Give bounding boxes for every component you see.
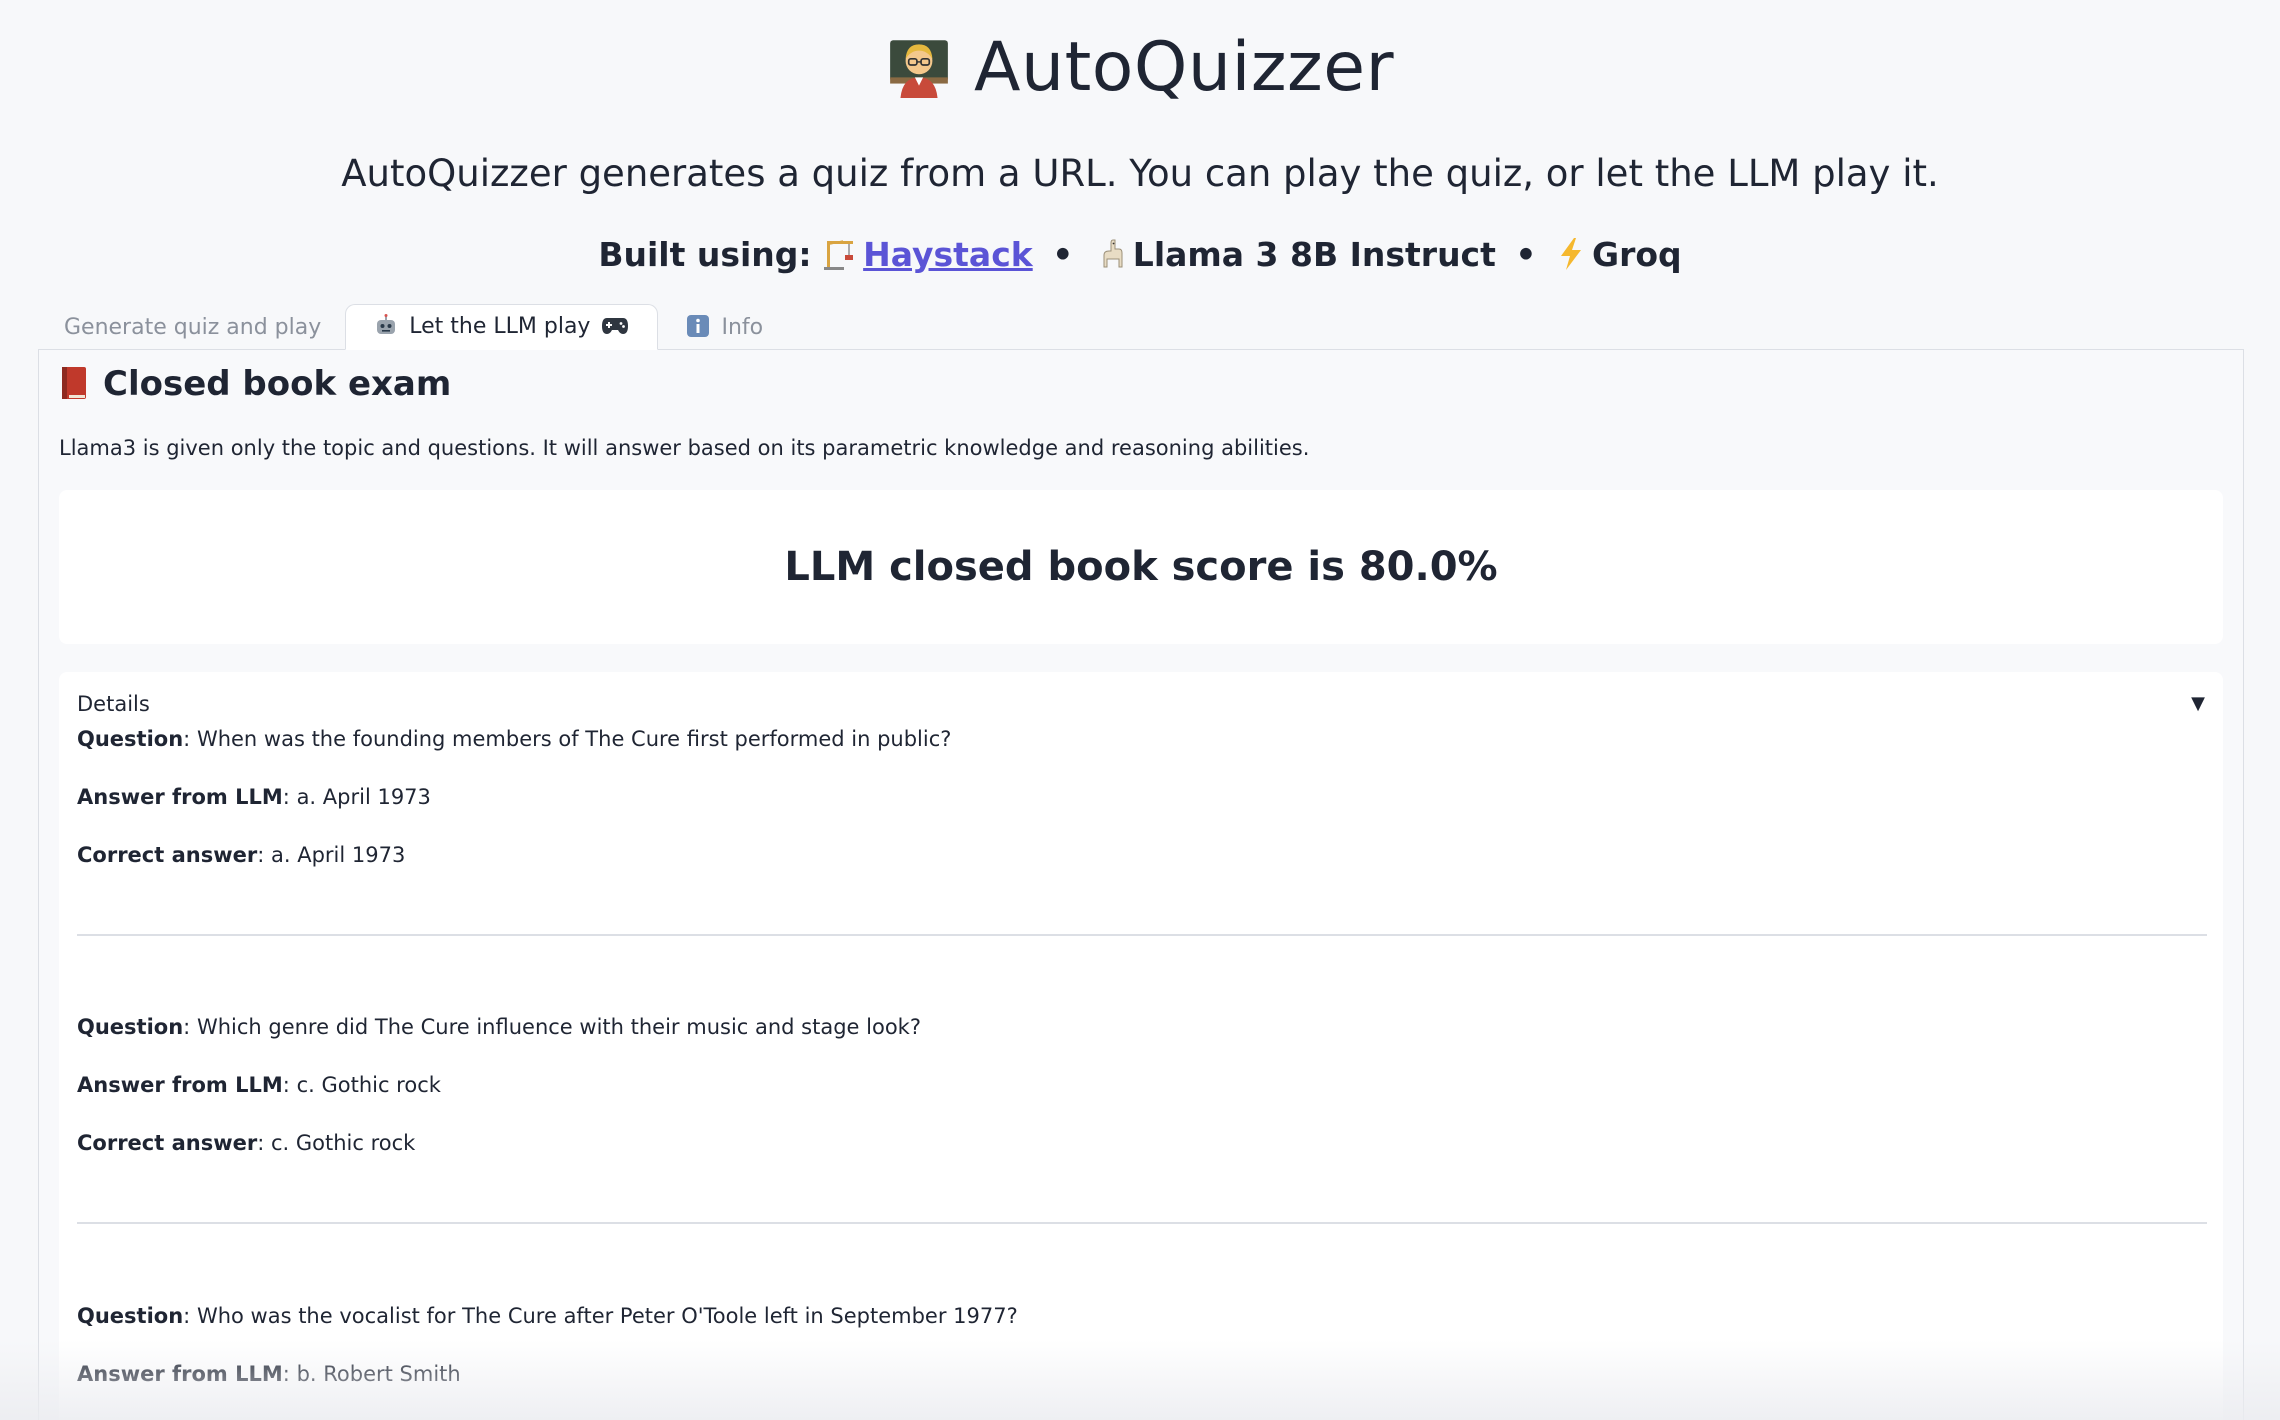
tab-generate-quiz[interactable]: Generate quiz and play	[40, 306, 345, 350]
score-text: LLM closed book score is 80.0%	[784, 544, 1498, 590]
lightning-icon	[1556, 235, 1586, 274]
details-toggle[interactable]: Details ▼	[77, 684, 2205, 724]
app-title-text: AutoQuizzer	[973, 28, 1395, 107]
question-label: Question	[77, 727, 184, 751]
section-title-text: Closed book exam	[103, 364, 452, 404]
qa-item: Question: Which genre did The Cure influ…	[77, 1012, 2207, 1186]
triangle-down-icon: ▼	[2191, 693, 2205, 714]
llm-play-panel: Closed book exam Llama3 is given only th…	[38, 349, 2244, 1420]
gamepad-icon	[594, 314, 629, 339]
qa-item: Question: Who was the vocalist for The C…	[77, 1301, 2207, 1417]
score-card: LLM closed book score is 80.0%	[59, 490, 2223, 644]
correct-line: Correct answer: a. April 1973	[77, 843, 406, 867]
haystack-link[interactable]: Haystack	[863, 235, 1033, 274]
separator: •	[1052, 235, 1074, 274]
tab-let-llm-play-label: Let the LLM play	[409, 314, 591, 339]
crane-icon	[823, 235, 857, 274]
answer-line: Answer from LLM: a. April 1973	[77, 785, 431, 809]
divider	[77, 934, 2207, 936]
app-page: AutoQuizzer AutoQuizzer generates a quiz…	[0, 0, 2280, 1420]
tab-generate-quiz-label: Generate quiz and play	[64, 315, 322, 340]
details-accordion: Details ▼ Question: When was the foundin…	[59, 672, 2223, 1420]
info-icon	[686, 315, 717, 340]
llama-model-text: Llama 3 8B Instruct	[1132, 235, 1496, 274]
correct-label: Correct answer	[77, 843, 258, 867]
question-label: Question	[77, 1015, 184, 1039]
answer-label: Answer from LLM	[77, 1073, 283, 1097]
correct-line: Correct answer: c. Gothic rock	[77, 1131, 416, 1155]
built-using-label: Built using:	[598, 235, 812, 274]
app-title: AutoQuizzer	[0, 28, 2280, 107]
section-description: Llama3 is given only the topic and quest…	[59, 436, 1310, 460]
correct-text: a. April 1973	[270, 843, 406, 867]
teacher-emoji-icon	[890, 40, 948, 98]
closed-book-icon	[62, 367, 86, 399]
answer-line: Answer from LLM: c. Gothic rock	[77, 1073, 441, 1097]
answer-text: c. Gothic rock	[296, 1073, 441, 1097]
divider	[77, 1222, 2207, 1224]
tab-bar: Generate quiz and play Let the LLM play	[40, 304, 787, 350]
llama-icon	[1093, 235, 1127, 274]
correct-text: c. Gothic rock	[270, 1131, 416, 1155]
question-line: Question: When was the founding members …	[77, 727, 952, 751]
answer-text: a. April 1973	[296, 785, 431, 809]
question-text: Who was the vocalist for The Cure after …	[196, 1304, 1018, 1328]
question-line: Question: Which genre did The Cure influ…	[77, 1015, 921, 1039]
answer-line: Answer from LLM: b. Robert Smith	[77, 1362, 461, 1386]
question-text: Which genre did The Cure influence with …	[196, 1015, 921, 1039]
correct-label: Correct answer	[77, 1131, 258, 1155]
question-line: Question: Who was the vocalist for The C…	[77, 1304, 1018, 1328]
tab-info-label: Info	[721, 315, 764, 340]
tab-let-llm-play[interactable]: Let the LLM play	[345, 304, 659, 350]
built-using-line: Built using: Haystack • Llama 3 8B Instr…	[0, 235, 2280, 274]
separator: •	[1515, 235, 1537, 274]
section-title: Closed book exam	[59, 364, 451, 404]
groq-text: Groq	[1592, 235, 1682, 274]
answer-label: Answer from LLM	[77, 785, 283, 809]
tab-info[interactable]: Info	[658, 306, 787, 350]
details-summary-label: Details	[77, 692, 150, 716]
answer-label: Answer from LLM	[77, 1362, 283, 1386]
app-subtitle: AutoQuizzer generates a quiz from a URL.…	[341, 152, 1939, 195]
answer-text: b. Robert Smith	[296, 1362, 461, 1386]
question-text: When was the founding members of The Cur…	[196, 727, 952, 751]
qa-item: Question: When was the founding members …	[77, 724, 2207, 898]
question-label: Question	[77, 1304, 184, 1328]
robot-icon	[374, 314, 405, 339]
